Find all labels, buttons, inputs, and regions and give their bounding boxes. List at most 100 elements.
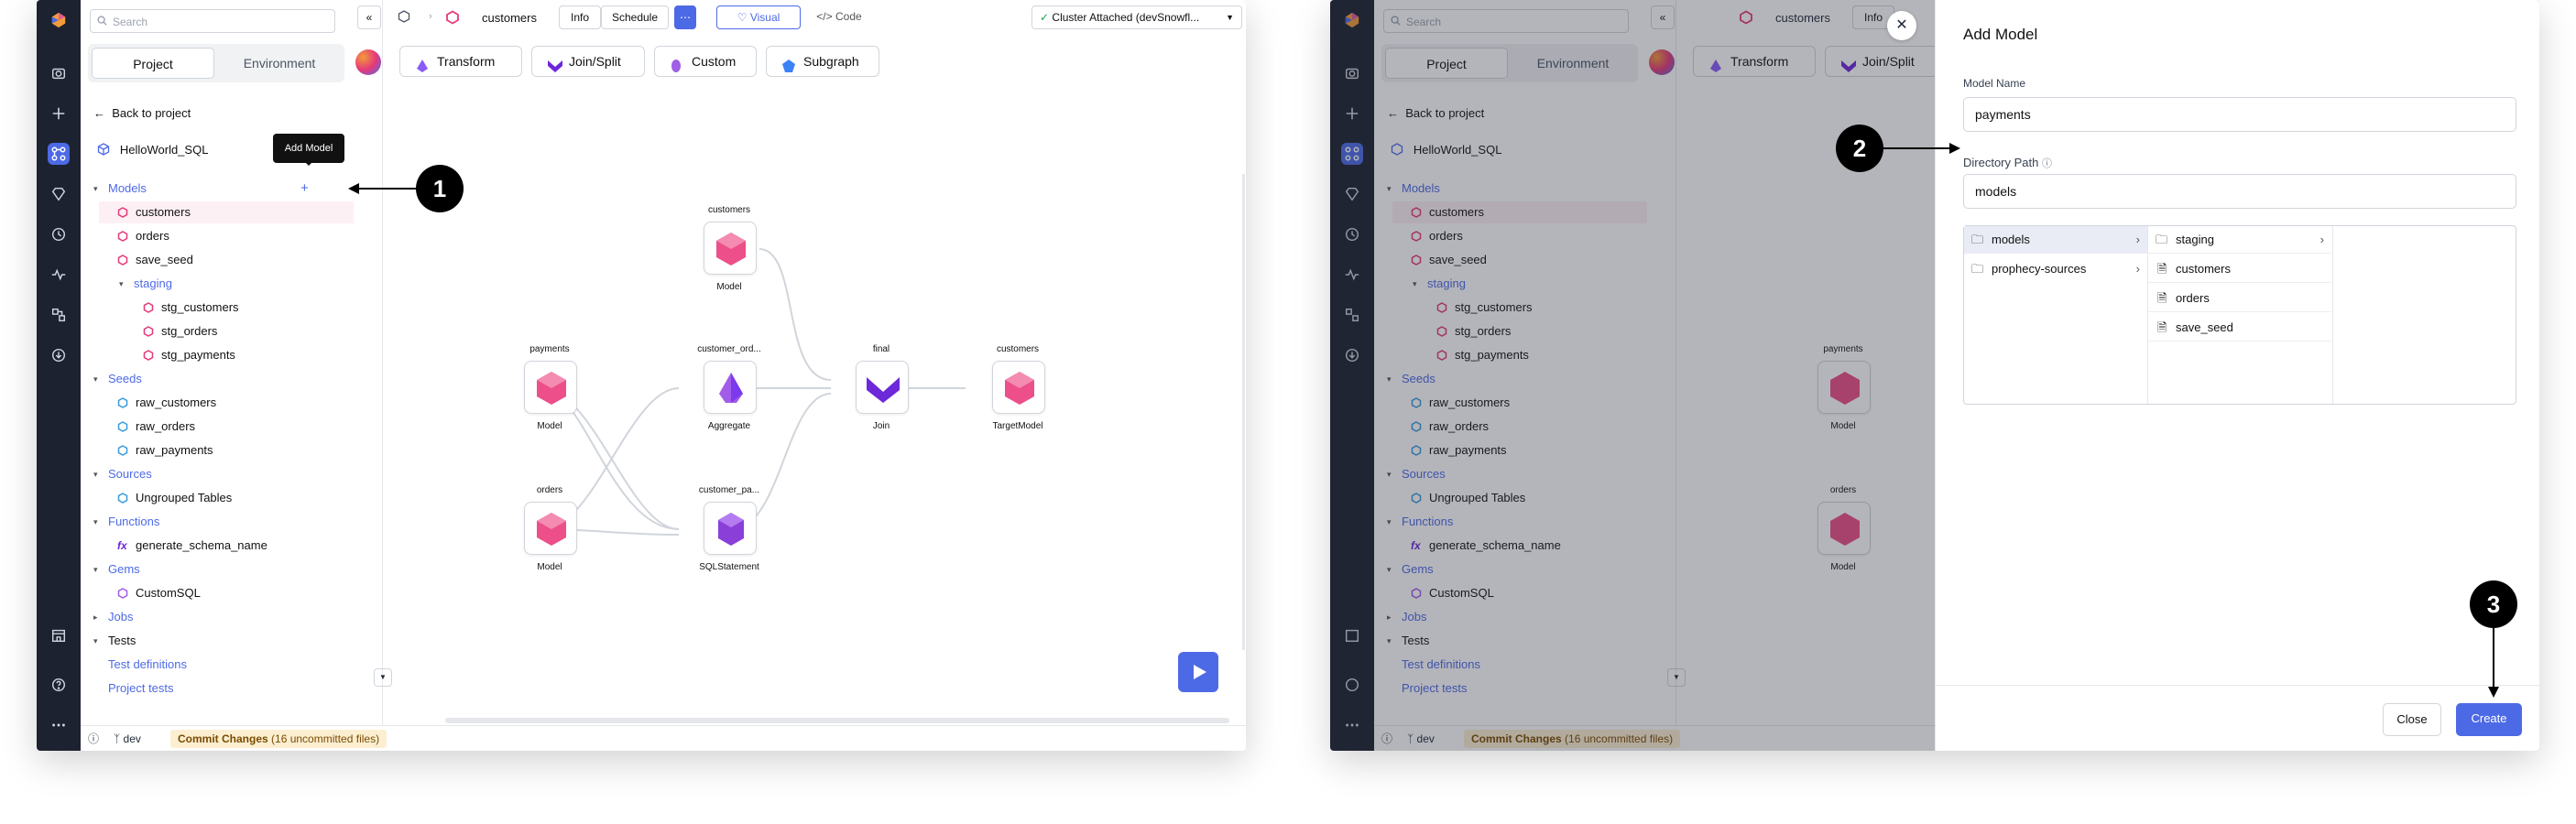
schedule-button[interactable]: Schedule [601, 5, 669, 29]
commit-changes-button[interactable]: Commit Changes (16 uncommitted files) [170, 730, 387, 748]
file-item-customers[interactable]: 🗎 customers [2148, 255, 2331, 283]
collapse-sidebar-button[interactable]: « [357, 5, 381, 29]
tree-item-sources[interactable]: ▾ Sources [81, 463, 355, 485]
tree-item-generate-schema-name[interactable]: fx generate_schema_name [81, 535, 355, 557]
join-node[interactable] [856, 361, 909, 414]
close-button[interactable]: Close [2383, 703, 2441, 736]
info-button[interactable]: Info [559, 5, 601, 29]
node-title: customer_pa... [698, 485, 760, 495]
tab-environment[interactable]: Environment [218, 48, 341, 79]
file-item-orders[interactable]: 🗎 orders [2148, 285, 2331, 312]
more-icon[interactable] [48, 714, 70, 736]
search-placeholder: Search [113, 16, 148, 28]
camera-icon[interactable] [48, 62, 70, 84]
tree-item-ungrouped-tables[interactable]: Ungrouped Tables [81, 487, 355, 509]
tree-item-project-tests[interactable]: Project tests [81, 678, 355, 699]
chevron-down-icon[interactable]: ▾ [93, 511, 98, 533]
download-icon[interactable] [48, 344, 70, 366]
dir-item-models[interactable]: 🗀 models › [1964, 226, 2147, 254]
model-node-orders[interactable] [524, 502, 577, 555]
app-logo-icon[interactable] [48, 9, 70, 31]
tree-item-functions[interactable]: ▾ Functions [81, 511, 355, 533]
node-title: payments [529, 344, 570, 354]
tree-item-raw-orders[interactable]: raw_orders [81, 416, 355, 438]
tree-item-label: Test definitions [108, 657, 187, 671]
tree-item-stg-payments[interactable]: stg_payments [81, 344, 355, 366]
run-button[interactable] [1178, 652, 1218, 692]
back-to-project-link[interactable]: ← Back to project [93, 106, 191, 120]
search-icon [97, 16, 107, 28]
create-button[interactable]: Create [2456, 703, 2522, 736]
join-split-gem-button[interactable]: Join/Split [531, 46, 645, 77]
vertical-scrollbar[interactable] [1242, 174, 1245, 650]
node-type: Model [716, 282, 742, 292]
check-icon: ✓ [1040, 11, 1050, 24]
activity-icon[interactable] [48, 264, 70, 286]
store-icon[interactable] [48, 624, 70, 646]
tree-item-seeds[interactable]: ▾ Seeds [81, 368, 355, 390]
sqlstatement-node[interactable] [704, 502, 757, 555]
plus-icon[interactable] [48, 103, 70, 125]
more-options-button[interactable]: ⋯ [674, 5, 696, 29]
package-icon[interactable] [392, 5, 416, 29]
dir-label: models [1992, 233, 2030, 246]
transform-icon[interactable] [48, 304, 70, 326]
search-input[interactable]: Search [90, 9, 335, 33]
chevron-down-icon[interactable]: ▾ [119, 273, 124, 295]
model-node-customers[interactable] [704, 222, 757, 275]
hex-icon [143, 350, 154, 361]
file-item-save-seed[interactable]: 🗎 save_seed [2148, 314, 2331, 342]
tree-item-staging[interactable]: ▾ staging [81, 273, 355, 295]
info-circle-icon[interactable]: ⓘ [88, 726, 99, 751]
model-node-payments[interactable] [524, 361, 577, 414]
chevron-down-icon[interactable]: ▾ [93, 630, 98, 652]
help-icon[interactable] [48, 674, 70, 696]
tab-project[interactable]: Project [92, 48, 214, 79]
project-name[interactable]: HelloWorld_SQL [97, 143, 208, 157]
tree-item-gems[interactable]: ▾ Gems [81, 558, 355, 580]
tree-item-jobs[interactable]: ▸ Jobs [81, 606, 355, 628]
chevron-down-icon[interactable]: ▾ [93, 463, 98, 485]
branch-selector[interactable]: ᛉ dev [114, 726, 141, 751]
code-toggle[interactable]: </> Code [806, 5, 872, 29]
dir-item-prophecy-sources[interactable]: 🗀 prophecy-sources › [1964, 255, 2147, 283]
tree-item-customsql[interactable]: CustomSQL [81, 582, 355, 604]
tree-item-stg-orders[interactable]: stg_orders [81, 320, 355, 342]
custom-gem-button[interactable]: Custom [654, 46, 757, 77]
subgraph-gem-button[interactable]: Subgraph [766, 46, 879, 77]
project-name-label: HelloWorld_SQL [119, 143, 209, 157]
chevron-down-icon[interactable]: ▾ [93, 558, 98, 580]
visual-toggle[interactable]: ♡ Visual [716, 5, 801, 29]
tree-item-orders[interactable]: orders [81, 225, 355, 247]
gem-icon[interactable] [48, 183, 70, 205]
tree-item-raw-customers[interactable]: raw_customers [81, 392, 355, 414]
tree-item-customers[interactable]: customers [99, 201, 354, 223]
gem-palette-logo[interactable] [355, 49, 381, 75]
tree-item-stg-customers[interactable]: stg_customers [81, 297, 355, 319]
cluster-dropdown[interactable]: ✓ Cluster Attached (devSnowfl... ▼ [1031, 5, 1242, 29]
aggregate-node[interactable] [704, 361, 757, 414]
tree-item-save-seed[interactable]: save_seed [81, 249, 355, 271]
chevron-right-icon[interactable]: ▸ [93, 606, 98, 628]
visual-heart-icon: ♡ [737, 11, 748, 24]
tree-item-tests[interactable]: ▾ Tests [81, 630, 355, 652]
tree-item-test-definitions[interactable]: Test definitions [81, 654, 355, 676]
tree-item-raw-payments[interactable]: raw_payments [81, 439, 355, 461]
tree-item-models[interactable]: ▾ Models + [81, 178, 355, 200]
tree-item-label: generate_schema_name [136, 538, 267, 552]
horizontal-scrollbar[interactable] [445, 718, 1229, 723]
target-model-node[interactable] [992, 361, 1045, 414]
file-label: orders [2176, 291, 2210, 305]
clock-icon[interactable] [48, 223, 70, 245]
dir-item-staging[interactable]: 🗀 staging › [2148, 226, 2331, 254]
transform-gem-button[interactable]: Transform [399, 46, 522, 77]
chevron-down-icon[interactable]: ▾ [93, 368, 98, 390]
directory-path-input[interactable]: models [1963, 174, 2516, 209]
graph-icon[interactable] [48, 143, 70, 165]
close-icon[interactable]: ✕ [1887, 11, 1916, 40]
model-name-input[interactable]: payments [1963, 97, 2516, 132]
commit-label: Commit Changes [178, 732, 268, 745]
chevron-down-icon[interactable]: ▾ [93, 178, 98, 200]
add-model-plus-icon[interactable]: + [300, 178, 309, 200]
graph-options-button[interactable]: ▼ [374, 668, 392, 687]
